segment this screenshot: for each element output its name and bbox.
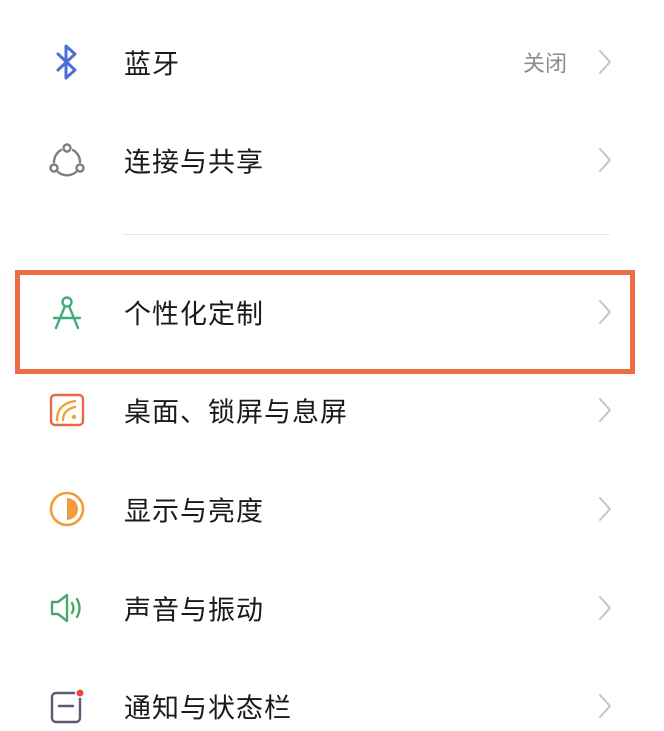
chevron-right-icon bbox=[599, 398, 611, 422]
settings-item-label: 蓝牙 bbox=[124, 49, 180, 81]
settings-item-personalization[interactable]: 个性化定制 bbox=[0, 263, 664, 361]
settings-item-sound-vibration[interactable]: 声音与振动 bbox=[0, 559, 664, 657]
chevron-right-icon bbox=[599, 596, 611, 620]
speaker-icon bbox=[45, 586, 89, 630]
compass-icon bbox=[45, 290, 89, 334]
chevron-right-icon bbox=[599, 300, 611, 324]
notification-icon bbox=[45, 684, 89, 728]
chevron-right-icon bbox=[599, 497, 611, 521]
settings-item-label: 桌面、锁屏与息屏 bbox=[124, 397, 348, 429]
settings-item-connection-sharing[interactable]: 连接与共享 bbox=[0, 111, 664, 209]
brightness-icon bbox=[45, 487, 89, 531]
settings-item-label: 显示与亮度 bbox=[124, 496, 264, 528]
settings-item-label: 通知与状态栏 bbox=[124, 693, 292, 725]
bluetooth-status-value: 关闭 bbox=[522, 52, 567, 77]
settings-item-desktop-lockscreen[interactable]: 桌面、锁屏与息屏 bbox=[0, 361, 664, 459]
settings-item-notification-statusbar[interactable]: 通知与状态栏 bbox=[0, 657, 664, 731]
settings-list: 蓝牙 关闭 连接与共享 个性化定制 桌面、锁屏与息屏 显示与亮度 声音与振动 通… bbox=[0, 0, 664, 731]
settings-item-bluetooth[interactable]: 蓝牙 关闭 bbox=[0, 13, 664, 111]
settings-item-label: 连接与共享 bbox=[124, 147, 264, 179]
settings-item-display-brightness[interactable]: 显示与亮度 bbox=[0, 460, 664, 558]
chevron-right-icon bbox=[599, 50, 611, 74]
settings-item-label: 声音与振动 bbox=[124, 595, 264, 627]
settings-item-label: 个性化定制 bbox=[124, 299, 264, 331]
section-divider bbox=[122, 234, 610, 235]
chevron-right-icon bbox=[599, 694, 611, 718]
connection-share-icon bbox=[45, 138, 89, 182]
chevron-right-icon bbox=[599, 148, 611, 172]
wallpaper-icon bbox=[45, 388, 89, 432]
bluetooth-icon bbox=[45, 40, 89, 84]
